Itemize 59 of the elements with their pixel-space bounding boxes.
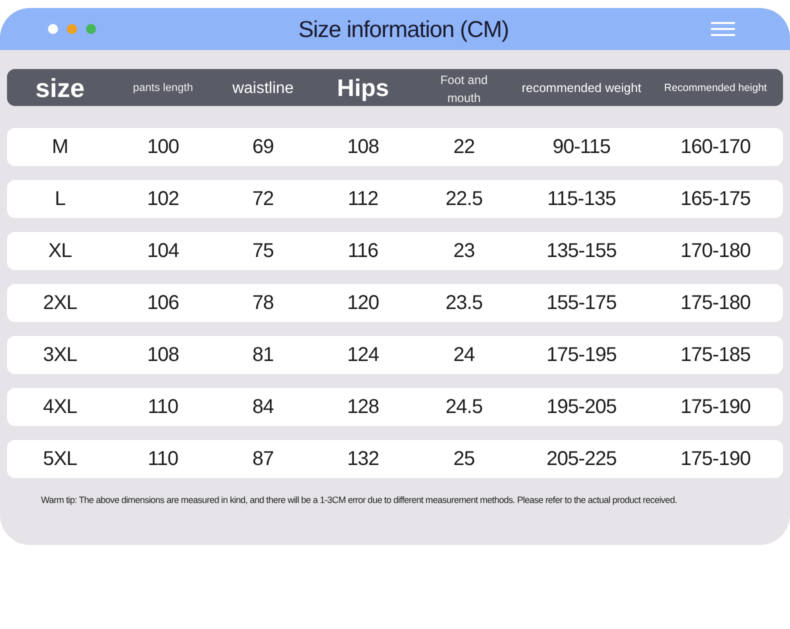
table-cell-text: 120 <box>347 291 379 316</box>
table-cell-text: 115-135 <box>547 187 616 212</box>
column-header: recommended weight <box>522 80 642 98</box>
table-cell-text: 102 <box>147 187 179 212</box>
table-cell-text: 110 <box>148 395 178 420</box>
table-cell-text: 106 <box>147 291 179 316</box>
table-cell-text: 165-175 <box>680 187 750 212</box>
table-cell-text: 4XL <box>42 395 78 420</box>
table-cell-text: 155-175 <box>546 291 616 316</box>
column-header: Recommended height <box>664 80 767 96</box>
table-cell-text: 84 <box>252 395 274 420</box>
table-cell-text: 24 <box>453 343 475 368</box>
table-cell-text: 170-180 <box>680 239 750 264</box>
table-cell-text: 175-190 <box>680 395 750 420</box>
menu-icon[interactable] <box>711 22 735 36</box>
table-cell-text: 22.5 <box>446 187 482 212</box>
table-cell-text: 116 <box>348 239 378 264</box>
table-cell-text: 160-170 <box>680 135 750 160</box>
table-cell-text: 205-225 <box>546 447 616 472</box>
column-header: Hips <box>336 74 389 104</box>
window-title: Size information (CM) <box>298 14 509 44</box>
table-cell-text: 175-180 <box>680 291 750 316</box>
table-cell-text: 75 <box>252 239 274 264</box>
table-cell-text: 90-115 <box>552 135 610 160</box>
table-cell-text: 5XL <box>42 447 78 472</box>
column-header: Foot and mouth <box>439 72 489 106</box>
table-cell-text: 175-190 <box>680 447 750 472</box>
table-cell-text: 175-195 <box>546 343 616 368</box>
table-cell-text: 128 <box>347 395 379 420</box>
table-cell-text: 108 <box>147 343 179 368</box>
table-cell-text: 25 <box>453 447 475 472</box>
table-cell-text: XL <box>48 239 72 264</box>
column-header: pants length <box>133 81 193 96</box>
table-cell-text: 24.5 <box>446 395 482 420</box>
footnote: Warm tip: The above dimensions are measured in kind, and there will be a 1-3CM error due to different measurement methods. Please refer to the actual product received. <box>41 494 678 507</box>
table-cell-text: 195-205 <box>546 395 616 420</box>
table-cell-text: 112 <box>348 187 378 212</box>
table-cell-text: 87 <box>252 447 274 472</box>
table-cell-text: 22 <box>453 135 475 160</box>
column-header: waistline <box>232 78 294 98</box>
table-cell-text: 78 <box>252 291 274 316</box>
table-cell-text: 69 <box>252 135 274 160</box>
table-cell-text: 135-155 <box>546 239 616 264</box>
table-cell-text: 124 <box>347 343 379 368</box>
table-cell-text: 2XL <box>42 291 78 316</box>
table-cell-text: L <box>54 187 66 212</box>
table-cell-text: 104 <box>147 239 179 264</box>
table-cell-text: 23 <box>453 239 475 264</box>
table-cell-text: 3XL <box>42 343 78 368</box>
table-cell-text: 175-185 <box>680 343 750 368</box>
table-cell-text: 72 <box>252 187 274 212</box>
table-cell-text: 100 <box>147 135 179 160</box>
table-cell-text: 132 <box>347 447 379 472</box>
table-cell-text: 108 <box>347 135 379 160</box>
table-cell-text: 23.5 <box>446 291 482 316</box>
table-cell-text: 110 <box>148 447 178 472</box>
column-header: size <box>35 72 85 105</box>
table-cell-text: M <box>52 135 68 160</box>
table-cell-text: 81 <box>252 343 274 368</box>
